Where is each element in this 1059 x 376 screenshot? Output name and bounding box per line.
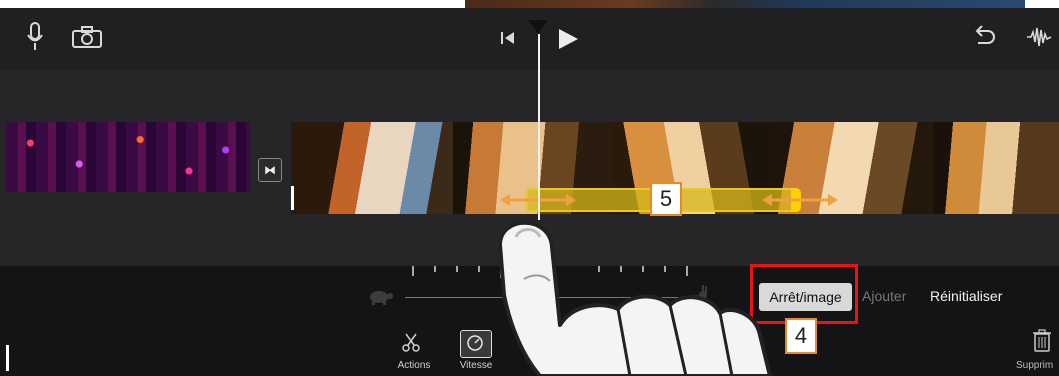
panel-edge-marker	[6, 345, 9, 371]
playhead-marker	[528, 20, 548, 34]
camera-icon[interactable]	[72, 26, 102, 48]
clip-frame	[291, 122, 453, 214]
scissors-icon[interactable]	[401, 333, 421, 353]
skip-back-icon[interactable]	[499, 30, 517, 46]
add-button[interactable]: Ajouter	[862, 288, 906, 304]
trash-icon[interactable]	[1032, 329, 1052, 353]
pointing-hand-icon	[498, 220, 772, 376]
clip-trim-handle[interactable]	[291, 186, 294, 210]
turtle-icon	[370, 291, 393, 305]
playhead-line[interactable]	[538, 34, 540, 220]
transition-icon[interactable]: ⧓	[258, 158, 282, 182]
actions-label[interactable]: Actions	[392, 360, 436, 371]
reset-button[interactable]: Réinitialiser	[930, 288, 1002, 304]
callout-step-4: 4	[785, 318, 817, 354]
clip-lights[interactable]	[6, 122, 250, 192]
toolbar	[0, 8, 1059, 70]
mic-icon[interactable]	[26, 22, 44, 52]
undo-icon[interactable]	[972, 25, 996, 47]
clip-frame	[933, 122, 1059, 214]
play-icon[interactable]	[556, 27, 580, 51]
audio-waveform-icon[interactable]	[1026, 26, 1052, 48]
delete-label[interactable]: Supprim	[1016, 360, 1059, 371]
imovie-editor: ⧓ 5 Arrêt/image Ajouter Réinitialiser 4 …	[0, 0, 1059, 376]
